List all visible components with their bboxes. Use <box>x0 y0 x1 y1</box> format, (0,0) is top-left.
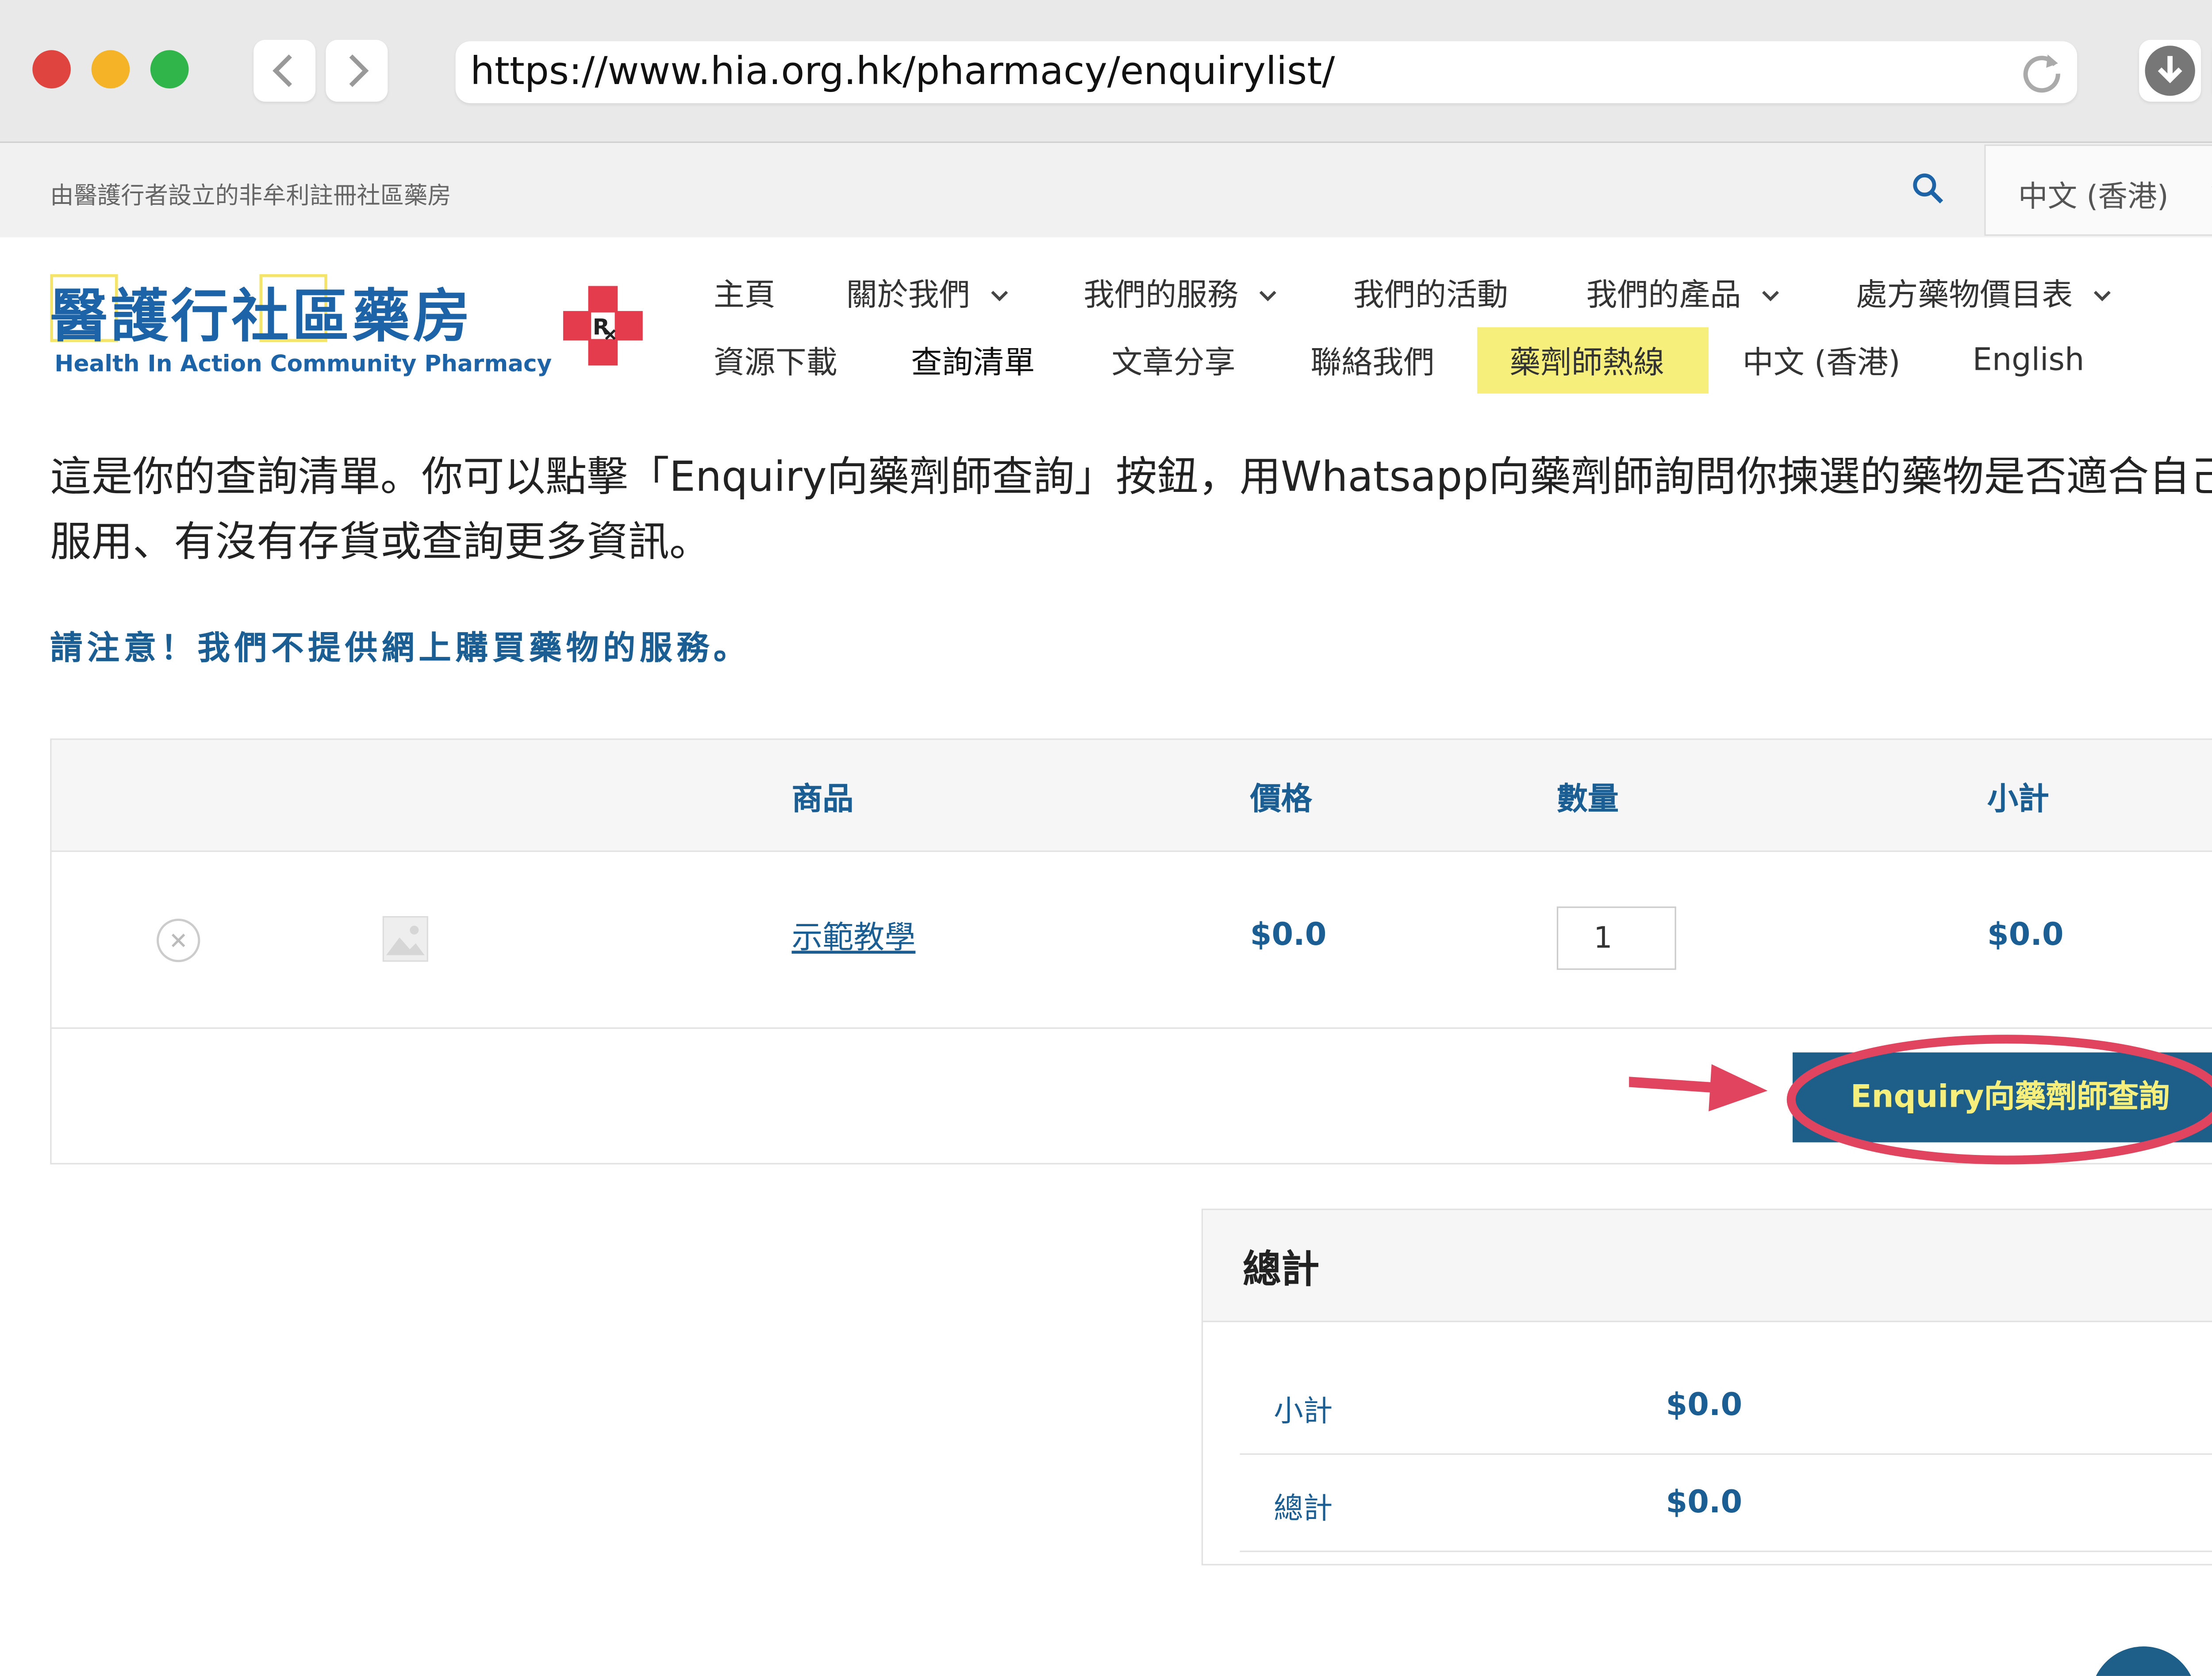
maximize-window-button[interactable] <box>150 50 189 88</box>
header-price: 價格 <box>1250 781 1312 817</box>
nav-articles[interactable]: 文章分享 <box>1112 339 1236 383</box>
cart-totals: 總計 小計 $0.0 總計 $0.0 <box>1201 1208 2212 1565</box>
table-header: 商品 價格 數量 小計 <box>51 740 2212 852</box>
enquiry-table: 商品 價格 數量 小計 示範教學 $0.0 1 $0.0 Enquiry向藥劑師… <box>50 738 2212 1165</box>
floating-action-button[interactable] <box>2090 1646 2197 1676</box>
annotation-circle <box>1786 1035 2212 1165</box>
nav-label: 處方藥物價目表 <box>1856 277 2073 313</box>
chevron-down-icon <box>991 291 1008 302</box>
chevron-down-icon <box>1259 291 1276 302</box>
product-subtotal: $0.0 <box>1987 917 2064 952</box>
search-icon[interactable] <box>1911 171 1946 207</box>
notice-text: 請注意！我們不提供網上購買藥物的服務。 <box>50 631 751 668</box>
annotation-arrow-icon <box>1629 1064 1768 1112</box>
nav-activities[interactable]: 我們的活動 <box>1353 271 1508 315</box>
nav-label: 資源下載 <box>713 345 837 380</box>
download-button[interactable] <box>2139 39 2201 102</box>
reload-icon[interactable] <box>2015 46 2068 99</box>
total-value: $0.0 <box>1666 1484 1743 1520</box>
subtotal-label: 小計 <box>1274 1393 1333 1428</box>
total-label: 總計 <box>1274 1490 1333 1526</box>
site-tagline: 由醫護行者設立的非牟利註冊社區藥房 <box>50 181 451 210</box>
totals-subtotal-row: 小計 $0.0 <box>1240 1358 2212 1455</box>
nav-label: 我們的活動 <box>1353 277 1508 313</box>
nav-pharmacist-hotline[interactable]: 藥劑師熱線 <box>1509 339 1664 383</box>
logo-chinese-name[interactable]: 醫護行社區藥房 <box>50 271 473 354</box>
nav-price-list[interactable]: 處方藥物價目表 <box>1856 271 2111 315</box>
nav-label: 中文 (香港) <box>1742 345 1901 380</box>
nav-downloads[interactable]: 資源下載 <box>714 339 837 383</box>
nav-home[interactable]: 主頁 <box>714 271 776 315</box>
nav-label: 我們的服務 <box>1083 277 1239 313</box>
product-link[interactable]: 示範教學 <box>791 914 915 958</box>
language-select-value: 中文 (香港) <box>2018 178 2169 214</box>
product-image-placeholder-icon[interactable] <box>382 915 429 963</box>
nav-label: 關於我們 <box>846 277 970 313</box>
nav-lang-en[interactable]: English <box>1973 342 2085 377</box>
remove-item-icon[interactable] <box>156 918 200 963</box>
header-product: 商品 <box>791 781 854 817</box>
pharmacy-cross-logo: R <box>563 286 643 366</box>
header-quantity: 數量 <box>1556 781 1619 817</box>
download-icon <box>2145 46 2195 96</box>
top-info-bar: 由醫護行者設立的非牟利註冊社區藥房 中文 (香港) <box>0 143 2212 238</box>
url-text: https://www.hia.org.hk/pharmacy/enquiryl… <box>470 50 1335 95</box>
product-price: $0.0 <box>1250 917 1327 952</box>
close-window-button[interactable] <box>32 50 71 88</box>
totals-title: 總計 <box>1243 1248 1320 1293</box>
table-row: 示範教學 $0.0 1 $0.0 <box>51 851 2212 1029</box>
subtotal-value: $0.0 <box>1666 1387 1743 1423</box>
totals-total-row: 總計 $0.0 <box>1240 1455 2212 1552</box>
intro-text: 這是你的查詢清單。你可以點擊「Enquiry向藥劑師查詢」按鈕，用Whatsap… <box>50 453 2212 566</box>
nav-label: 我們的產品 <box>1586 277 1741 313</box>
header-subtotal: 小計 <box>1987 781 2049 817</box>
nav-label: 聯絡我們 <box>1310 345 1435 380</box>
browser-chrome: https://www.hia.org.hk/pharmacy/enquiryl… <box>0 0 2212 143</box>
nav-label: 主頁 <box>713 277 776 313</box>
address-bar[interactable]: https://www.hia.org.hk/pharmacy/enquiryl… <box>455 41 2078 104</box>
back-button[interactable] <box>253 39 316 102</box>
totals-header: 總計 <box>1203 1210 2212 1323</box>
nav-label: 查詢清單 <box>911 345 1035 380</box>
nav-contact[interactable]: 聯絡我們 <box>1310 339 1434 383</box>
nav-enquiry-list[interactable]: 查詢清單 <box>911 339 1035 383</box>
nav-products[interactable]: 我們的產品 <box>1586 271 1780 315</box>
nav-label: 藥劑師熱線 <box>1509 345 1665 380</box>
quantity-input[interactable]: 1 <box>1556 906 1676 970</box>
chevron-left-icon <box>273 54 292 87</box>
nav-about[interactable]: 關於我們 <box>846 271 1009 315</box>
chevron-down-icon <box>1762 291 1779 302</box>
minimize-window-button[interactable] <box>91 50 130 88</box>
chevron-down-icon <box>2093 291 2111 302</box>
svg-text:R: R <box>593 314 610 340</box>
language-select[interactable]: 中文 (香港) <box>1984 144 2212 236</box>
nav-services[interactable]: 我們的服務 <box>1083 271 1277 315</box>
nav-label: 文章分享 <box>1111 345 1236 380</box>
logo-english-name[interactable]: Health In Action Community Pharmacy <box>54 351 552 377</box>
chevron-right-icon <box>349 54 369 87</box>
nav-label: English <box>1972 342 2085 378</box>
forward-button[interactable] <box>326 39 388 102</box>
nav-lang-zh[interactable]: 中文 (香港) <box>1743 339 1901 383</box>
